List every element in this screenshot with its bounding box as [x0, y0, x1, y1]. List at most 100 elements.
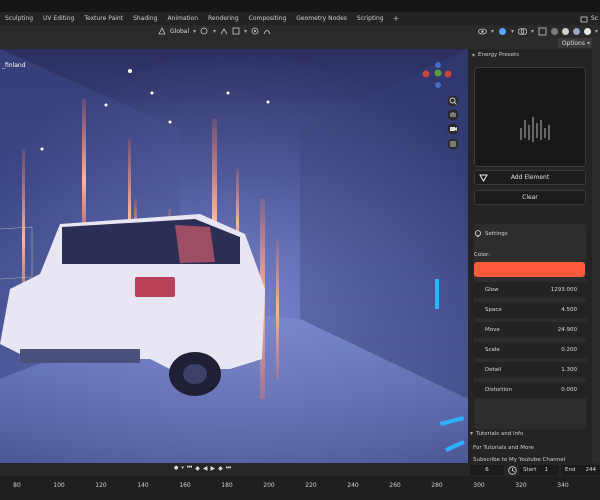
options-button[interactable]: Options ▾ — [557, 38, 594, 48]
sidebar-tabs-strip[interactable] — [592, 37, 600, 463]
preset-preview[interactable] — [474, 67, 586, 167]
ruler-tick: 260 — [389, 482, 401, 489]
tab-animation[interactable]: Animation — [162, 15, 203, 22]
tab-compositing[interactable]: Compositing — [244, 15, 292, 22]
wireframe-shading-icon[interactable] — [550, 27, 558, 35]
distortion-field[interactable]: Distortion 0.000 — [474, 382, 586, 398]
end-frame-field[interactable]: End 244 — [561, 465, 600, 475]
color-picker-swatch[interactable] — [474, 262, 585, 277]
3d-viewport[interactable]: _finland — [0, 49, 468, 463]
navigation-gizmo[interactable] — [420, 61, 456, 91]
visibility-icon[interactable] — [478, 27, 487, 36]
start-value: 1 — [544, 467, 548, 473]
camera-view-icon[interactable] — [447, 123, 459, 135]
addon-sidebar-panel: ▾ Energy Presets Add Element Clear Setti… — [468, 49, 592, 463]
transform-orientation-icon — [158, 27, 166, 35]
field-label: Distortion — [485, 387, 512, 393]
transform-orientation-select[interactable]: Global — [170, 28, 189, 35]
current-frame-field[interactable]: 6 — [470, 465, 504, 475]
field-value: 0.200 — [561, 347, 577, 353]
field-label: Detail — [485, 367, 502, 373]
tab-geometry-nodes[interactable]: Geometry Nodes — [291, 15, 352, 22]
zoom-icon[interactable] — [447, 95, 459, 107]
preset-preview-graphic — [520, 117, 550, 142]
scene-icon — [580, 16, 588, 22]
detail-field[interactable]: Detail 1.300 — [474, 362, 586, 378]
clock-icon[interactable] — [508, 466, 517, 475]
end-value: 244 — [585, 467, 596, 473]
ruler-tick: 80 — [13, 482, 21, 489]
pivot-point-icon[interactable] — [200, 27, 209, 35]
ruler-tick: 280 — [431, 482, 443, 489]
gizmo-icon[interactable] — [498, 27, 507, 36]
scene-selector[interactable]: Sc — [580, 12, 598, 25]
jump-to-end-icon[interactable]: ⏭ — [226, 464, 231, 472]
ruler-tick: 160 — [179, 482, 191, 489]
chevron-down-icon: ▾ — [470, 430, 474, 437]
timeline-ruler[interactable]: 80 100 120 140 160 180 200 220 240 260 2… — [0, 476, 600, 500]
glow-field[interactable]: Glow 1293.000 — [474, 282, 586, 298]
overlays-icon[interactable] — [517, 27, 527, 36]
jump-keyframe-forward-icon[interactable]: ◆ — [218, 465, 223, 472]
jump-to-start-icon[interactable]: ⏮ — [187, 464, 192, 472]
field-value: 4.500 — [561, 307, 577, 313]
options-label: Options — [561, 39, 585, 47]
chevron-down-icon: ▾ — [193, 27, 197, 35]
end-label: End — [565, 467, 576, 473]
jump-keyframe-back-icon[interactable]: ◆ — [195, 465, 200, 472]
tutorials-header[interactable]: ▾ Tutorials and Info — [470, 430, 523, 437]
proportional-editing-icon[interactable] — [251, 27, 259, 35]
play-icon[interactable]: ▶ — [211, 465, 216, 472]
playback-controls: ● ▾ ⏮ ◆ ◀ ▶ ◆ ⏭ — [174, 464, 231, 472]
ruler-tick: 180 — [221, 482, 233, 489]
falloff-icon[interactable] — [263, 27, 271, 35]
tab-scripting[interactable]: Scripting — [352, 15, 389, 22]
keyframe-dot-icon[interactable]: ● — [174, 465, 178, 471]
tab-shading[interactable]: Shading — [128, 15, 162, 22]
chevron-down-icon: ▾ — [530, 27, 534, 35]
lightbulb-icon — [475, 230, 481, 237]
material-shading-icon[interactable] — [572, 27, 580, 35]
ruler-tick: 220 — [305, 482, 317, 489]
chevron-down-icon: ▾ — [472, 51, 476, 59]
field-value: 1.300 — [561, 367, 577, 373]
xray-icon[interactable] — [538, 27, 547, 36]
chevron-down-icon: ▾ — [586, 39, 590, 47]
triangle-down-icon — [479, 174, 488, 182]
rendered-shading-icon[interactable] — [583, 27, 591, 35]
add-workspace-button[interactable]: + — [389, 14, 404, 23]
space-field[interactable]: Space 4.500 — [474, 302, 586, 318]
field-label: Space — [485, 307, 502, 313]
tab-rendering[interactable]: Rendering — [203, 15, 244, 22]
tab-sculpting[interactable]: Sculpting — [0, 15, 38, 22]
add-element-button[interactable]: Add Element — [474, 170, 586, 185]
settings-header: Settings — [474, 230, 508, 238]
pan-hand-icon[interactable] — [447, 109, 459, 121]
tutorials-text: For Tutorials and More — [473, 445, 534, 451]
workspace-tabs: Sculpting UV Editing Texture Paint Shadi… — [0, 12, 600, 25]
energy-presets-title: Energy Presets — [478, 52, 520, 58]
chevron-down-icon: ▾ — [181, 465, 184, 471]
perspective-toggle-icon[interactable] — [447, 138, 459, 150]
solid-shading-icon[interactable] — [561, 27, 569, 35]
tab-uv-editing[interactable]: UV Editing — [38, 15, 79, 22]
clear-button[interactable]: Clear — [474, 190, 586, 205]
scale-field[interactable]: Scale 0.200 — [474, 342, 586, 358]
snapping-target-icon[interactable] — [232, 27, 240, 35]
start-frame-field[interactable]: Start 1 — [519, 465, 559, 475]
field-label: Glow — [485, 287, 499, 293]
ruler-tick: 140 — [137, 482, 149, 489]
ruler-tick: 340 — [557, 482, 569, 489]
scene-name: Sc — [590, 15, 598, 22]
move-field[interactable]: Move 24.900 — [474, 322, 586, 338]
ruler-tick: 100 — [53, 482, 65, 489]
tab-texture-paint[interactable]: Texture Paint — [79, 15, 128, 22]
chevron-down-icon: ▾ — [510, 27, 514, 35]
viewport-tool-settings — [0, 37, 600, 49]
energy-presets-header[interactable]: ▾ Energy Presets — [468, 49, 592, 61]
play-reverse-icon[interactable]: ◀ — [203, 465, 208, 472]
snap-icon[interactable] — [220, 27, 228, 35]
chevron-down-icon: ▾ — [244, 27, 248, 35]
color-label: Color: — [474, 252, 491, 258]
active-object-label: _finland — [2, 62, 26, 69]
